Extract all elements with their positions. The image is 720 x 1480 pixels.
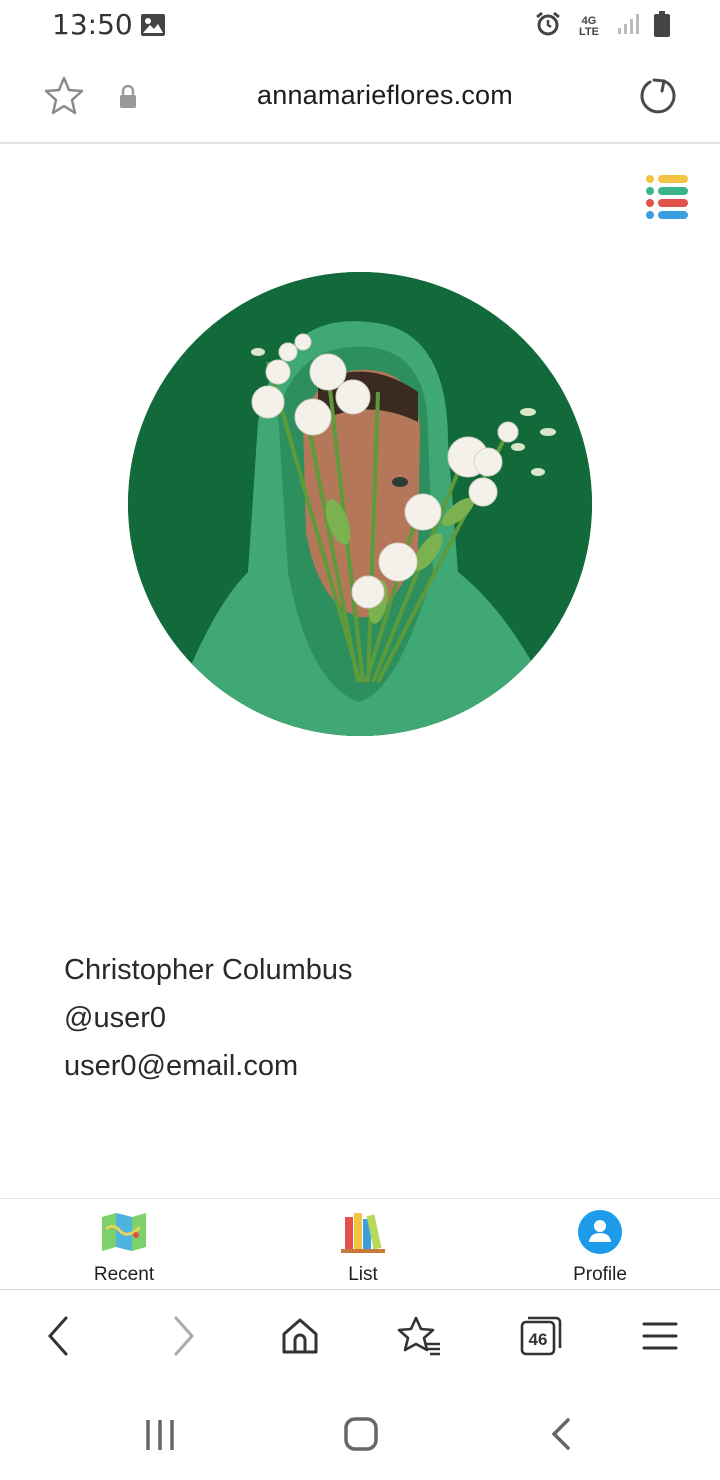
address-bar: annamarieflores.com: [0, 52, 720, 144]
menu-list-icon[interactable]: [646, 174, 690, 220]
profile-info: Christopher Columbus @user0 user0@email.…: [64, 946, 353, 1090]
reload-icon[interactable]: [636, 74, 680, 118]
profile-avatar: [128, 272, 592, 736]
system-back-icon[interactable]: [540, 1412, 584, 1456]
nav-label-recent: Recent: [93, 1264, 155, 1285]
system-nav-bar: [0, 1382, 720, 1480]
network-type-label: 4G LTE: [579, 14, 599, 38]
browser-toolbar: 46: [0, 1290, 720, 1382]
forward-icon[interactable]: [158, 1312, 206, 1360]
signal-icon: [616, 12, 640, 41]
home-button-icon[interactable]: [339, 1412, 383, 1456]
lock-icon[interactable]: [118, 84, 138, 110]
nav-label-list: List: [348, 1264, 378, 1285]
status-time: 13:50: [52, 8, 133, 41]
nav-label-profile: Profile: [573, 1264, 627, 1285]
profile-email: user0@email.com: [64, 1050, 299, 1082]
nav-item-list[interactable]: List: [283, 1199, 443, 1289]
battery-icon: [654, 11, 670, 42]
tab-count: 46: [529, 1330, 548, 1349]
recent-apps-icon[interactable]: [138, 1412, 182, 1456]
home-icon[interactable]: [276, 1312, 324, 1360]
books-icon: [339, 1209, 387, 1255]
map-icon: [100, 1209, 148, 1255]
profile-name: Christopher Columbus: [64, 954, 353, 986]
profile-username: @user0: [64, 1002, 166, 1034]
status-bar: 13:50 4G LTE: [0, 0, 720, 52]
profile-icon: [576, 1209, 624, 1255]
gallery-icon: [140, 13, 166, 42]
url-field[interactable]: annamarieflores.com: [180, 80, 590, 111]
bookmarks-icon[interactable]: [396, 1312, 444, 1360]
alarm-icon: [534, 10, 562, 43]
back-icon[interactable]: [36, 1312, 84, 1360]
bookmark-star-icon[interactable]: [42, 74, 86, 118]
tabs-icon[interactable]: 46: [516, 1312, 564, 1360]
menu-icon[interactable]: [636, 1312, 684, 1360]
nav-item-profile[interactable]: Profile: [520, 1199, 680, 1289]
nav-item-recent[interactable]: Recent: [44, 1199, 204, 1289]
app-bottom-nav: Recent List Profile: [0, 1198, 720, 1290]
status-icons: 4G LTE: [534, 10, 670, 43]
